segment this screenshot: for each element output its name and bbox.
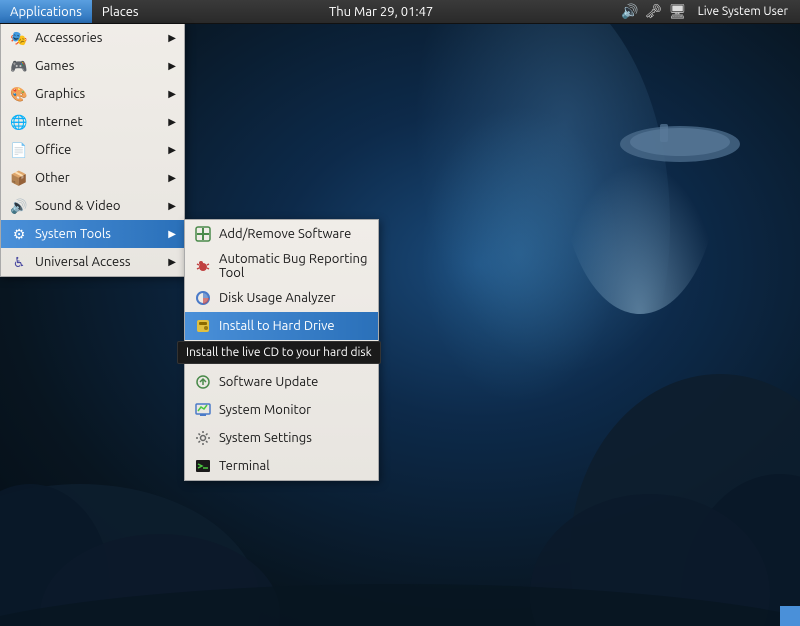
internet-arrow: ▶ [168,116,176,128]
bug-reporting-label: Automatic Bug Reporting Tool [219,252,370,280]
graphics-icon: 🎨 [9,84,29,104]
terminal-label: Terminal [219,459,370,473]
disk-usage-icon [193,288,213,308]
submenu-terminal[interactable]: Terminal [185,452,378,480]
system-settings-label: System Settings [219,431,370,445]
taskbar: Applications Places Thu Mar 29, 01:47 🔊 … [0,0,800,24]
other-label: Other [35,171,164,185]
disk-usage-label: Disk Usage Analyzer [219,291,370,305]
games-icon: 🎮 [9,56,29,76]
menu-item-games[interactable]: 🎮 Games ▶ [1,52,184,80]
submenu-software-update[interactable]: Software Update [185,368,378,396]
internet-label: Internet [35,115,164,129]
accessories-arrow: ▶ [168,32,176,44]
install-tooltip: Install the live CD to your hard disk [177,341,381,364]
other-arrow: ▶ [168,172,176,184]
software-update-icon [193,372,213,392]
add-remove-label: Add/Remove Software [219,227,370,241]
menu-item-internet[interactable]: 🌐 Internet ▶ [1,108,184,136]
applications-menu[interactable]: Applications [0,0,92,23]
keyring-tray-icon[interactable]: 🗝 [646,4,662,20]
universal-access-icon: ♿ [9,252,29,272]
submenu-disk-usage[interactable]: Disk Usage Analyzer [185,284,378,312]
office-label: Office [35,143,164,157]
system-tools-arrow: ▶ [168,228,176,240]
graphics-label: Graphics [35,87,164,101]
submenu-add-remove[interactable]: Add/Remove Software [185,220,378,248]
submenu-install-hd[interactable]: Install to Hard Drive Install the live C… [185,312,378,340]
applications-label: Applications [10,5,82,19]
accessories-label: Accessories [35,31,164,45]
system-tools-submenu: Add/Remove Software Automatic Bug Report… [184,219,379,481]
main-menu: 🎭 Accessories ▶ 🎮 Games ▶ 🎨 Graphics ▶ 🌐… [0,24,185,277]
internet-icon: 🌐 [9,112,29,132]
datetime-label: Thu Mar 29, 01:47 [329,5,433,19]
menu-item-graphics[interactable]: 🎨 Graphics ▶ [1,80,184,108]
bug-icon [193,256,213,276]
office-icon: 📄 [9,140,29,160]
sound-label: Sound & Video [35,199,164,213]
universal-access-label: Universal Access [35,255,164,269]
sound-icon: 🔊 [9,196,29,216]
taskbar-left: Applications Places [0,0,149,23]
games-arrow: ▶ [168,60,176,72]
user-label: Live System User [694,5,792,18]
volume-tray-icon[interactable]: 🔊 [622,4,638,20]
universal-access-arrow: ▶ [168,256,176,268]
bg-glow [420,104,620,404]
system-monitor-icon [193,400,213,420]
sound-arrow: ▶ [168,200,176,212]
menu-item-sound-video[interactable]: 🔊 Sound & Video ▶ [1,192,184,220]
office-arrow: ▶ [168,144,176,156]
graphics-arrow: ▶ [168,88,176,100]
system-settings-icon [193,428,213,448]
places-label: Places [102,5,139,19]
software-update-label: Software Update [219,375,370,389]
terminal-icon [193,456,213,476]
submenu-system-settings[interactable]: System Settings [185,424,378,452]
taskbar-clock: Thu Mar 29, 01:47 [149,5,614,19]
menu-item-universal-access[interactable]: ♿ Universal Access ▶ [1,248,184,276]
other-icon: 📦 [9,168,29,188]
system-tools-icon: ⚙ [9,224,29,244]
taskbar-right: 🔊 🗝 🖥 Live System User [614,4,800,20]
tooltip-text: Install the live CD to your hard disk [186,346,372,359]
accessories-icon: 🎭 [9,28,29,48]
install-hd-icon [193,316,213,336]
submenu-bug-reporting[interactable]: Automatic Bug Reporting Tool [185,248,378,284]
menu-item-accessories[interactable]: 🎭 Accessories ▶ [1,24,184,52]
applications-dropdown: 🎭 Accessories ▶ 🎮 Games ▶ 🎨 Graphics ▶ 🌐… [0,24,185,277]
games-label: Games [35,59,164,73]
menu-item-other[interactable]: 📦 Other ▶ [1,164,184,192]
add-remove-icon [193,224,213,244]
menu-item-office[interactable]: 📄 Office ▶ [1,136,184,164]
corner-indicator [780,606,800,626]
network-tray-icon[interactable]: 🖥 [670,4,686,20]
places-menu[interactable]: Places [92,0,149,23]
system-tools-label: System Tools [35,227,164,241]
install-hd-label: Install to Hard Drive [219,319,370,333]
system-monitor-label: System Monitor [219,403,370,417]
menu-item-system-tools[interactable]: ⚙ System Tools ▶ Add/Remove Software [1,220,184,248]
submenu-system-monitor[interactable]: System Monitor [185,396,378,424]
